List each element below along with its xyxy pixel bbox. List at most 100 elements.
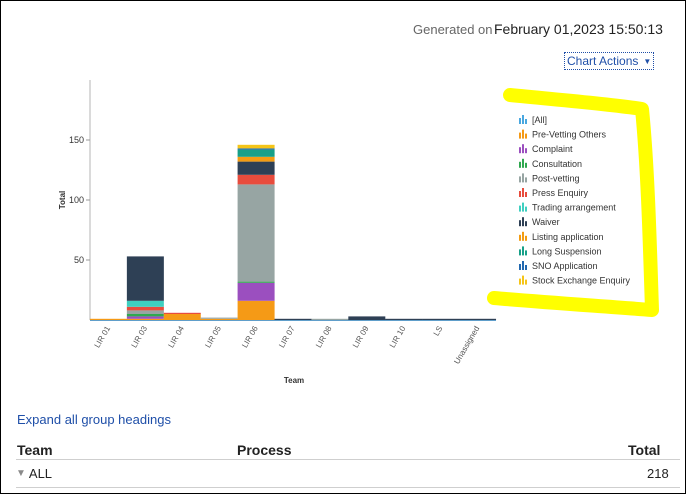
legend-label: [All] <box>532 115 547 125</box>
legend-swatch-icon <box>519 220 521 227</box>
legend-item[interactable]: Stock Exchange Enquiry <box>519 275 631 286</box>
legend-swatch-icon <box>525 177 527 183</box>
legend-item[interactable]: Complaint <box>519 144 573 154</box>
legend-swatch-icon <box>522 231 524 241</box>
x-tick-label: Unassigned <box>452 324 481 365</box>
legend-label: Press Enquiry <box>532 188 589 198</box>
legend-swatch-icon <box>522 188 524 197</box>
legend-item[interactable]: SNO Application <box>519 261 598 271</box>
legend-label: Stock Exchange Enquiry <box>532 276 631 286</box>
legend-swatch-icon <box>519 147 521 154</box>
legend-item[interactable]: Post-vetting <box>519 173 580 183</box>
legend-label: Pre-Vetting Others <box>532 130 607 140</box>
legend-label: Waiver <box>532 217 560 227</box>
x-tick-label: LIR 07 <box>277 324 297 349</box>
x-tick-label: LIR 09 <box>351 324 371 349</box>
table-row[interactable]: ▼ ALL <box>16 466 52 481</box>
legend-item[interactable]: Trading arrangement <box>519 202 616 213</box>
bar-segment <box>237 148 275 150</box>
bar-segment <box>126 256 164 301</box>
legend-label: Trading arrangement <box>532 203 616 213</box>
x-tick-label: LIR 03 <box>130 324 150 349</box>
legend-swatch-icon <box>525 265 527 270</box>
legend-swatch-icon <box>522 129 524 139</box>
legend-swatch-icon <box>525 235 527 241</box>
bar-segment <box>163 314 201 320</box>
bar-segment <box>126 318 164 320</box>
legend-swatch-icon <box>525 192 527 197</box>
legend-swatch-icon <box>522 173 524 183</box>
bar-segment <box>422 318 460 320</box>
x-tick-label: LIR 05 <box>203 324 223 349</box>
column-header-team[interactable]: Team <box>17 442 53 458</box>
column-header-process[interactable]: Process <box>237 442 291 458</box>
legend-item[interactable]: Consultation <box>519 158 582 169</box>
bar-segment <box>126 314 164 317</box>
legend-swatch-icon <box>522 246 524 256</box>
legend-swatch-icon <box>519 278 521 285</box>
bar-segment <box>237 281 275 283</box>
bar-segment <box>237 156 275 162</box>
bar-segment <box>348 316 386 320</box>
legend-swatch-icon <box>522 158 524 168</box>
bar-segment <box>237 161 275 175</box>
x-tick-label: LIR 10 <box>388 324 408 349</box>
legend-item[interactable]: Press Enquiry <box>519 188 589 198</box>
legend-swatch-icon <box>522 217 524 227</box>
legend-swatch-icon <box>519 161 521 168</box>
legend-swatch-icon <box>525 133 527 139</box>
legend-item[interactable]: [All] <box>519 115 547 125</box>
legend-swatch-icon <box>519 132 521 139</box>
bar-segment <box>200 317 238 319</box>
bar-segment <box>237 144 275 149</box>
expand-all-link[interactable]: Expand all group headings <box>17 412 171 427</box>
legend-swatch-icon <box>519 234 521 241</box>
x-tick-label: LIR 04 <box>166 324 186 349</box>
legend-swatch-icon <box>525 279 527 285</box>
legend-item[interactable]: Listing application <box>519 231 604 242</box>
bar-segment <box>200 318 238 320</box>
legend-swatch-icon <box>525 162 527 168</box>
y-axis-label: Total <box>58 191 67 210</box>
x-axis-label: Team <box>284 376 304 385</box>
bar-segment <box>237 149 275 157</box>
bar-segment <box>237 282 275 301</box>
bar-segment <box>237 184 275 282</box>
x-tick-label: LIR 01 <box>93 324 113 349</box>
y-tick-label: 100 <box>69 195 84 205</box>
legend-label: Consultation <box>532 159 582 169</box>
legend-swatch-icon <box>519 264 521 270</box>
bar-segment <box>274 318 312 320</box>
row-divider <box>16 487 680 488</box>
bar-segment <box>459 318 497 320</box>
legend-swatch-icon <box>519 191 521 197</box>
bar-segment <box>163 312 201 314</box>
collapse-triangle-icon[interactable]: ▼ <box>16 468 26 479</box>
bar-segment <box>126 300 164 307</box>
legend-label: SNO Application <box>532 261 598 271</box>
legend-swatch-icon <box>525 119 527 124</box>
group-label: ALL <box>28 466 53 481</box>
legend-item[interactable]: Long Suspension <box>519 246 602 256</box>
legend-swatch-icon <box>522 275 524 285</box>
legend-item[interactable]: Waiver <box>519 217 560 227</box>
legend-swatch-icon <box>525 148 527 154</box>
stacked-bar-chart: 50 100 150 Total LIR 01 LIR 03 LIR 04 LIR 05 LIR… <box>58 80 659 385</box>
bar-segment <box>385 318 423 320</box>
column-header-total[interactable]: Total <box>628 442 660 458</box>
legend-label: Long Suspension <box>532 246 602 256</box>
legend-item[interactable]: Pre-Vetting Others <box>519 129 607 140</box>
legend-swatch-icon <box>519 249 521 256</box>
legend-swatch-icon <box>519 176 521 183</box>
bar-segment <box>126 316 164 319</box>
x-tick-label: LS <box>432 325 445 338</box>
legend-swatch-icon <box>522 202 524 212</box>
bar-segment <box>311 318 349 320</box>
legend-swatch-icon <box>525 206 527 212</box>
y-tick-label: 150 <box>69 135 84 145</box>
legend-label: Listing application <box>532 232 604 242</box>
legend-swatch-icon <box>522 115 524 124</box>
bar-segment <box>126 310 164 314</box>
y-tick-label: 50 <box>74 255 84 265</box>
bar-segment <box>126 306 164 311</box>
